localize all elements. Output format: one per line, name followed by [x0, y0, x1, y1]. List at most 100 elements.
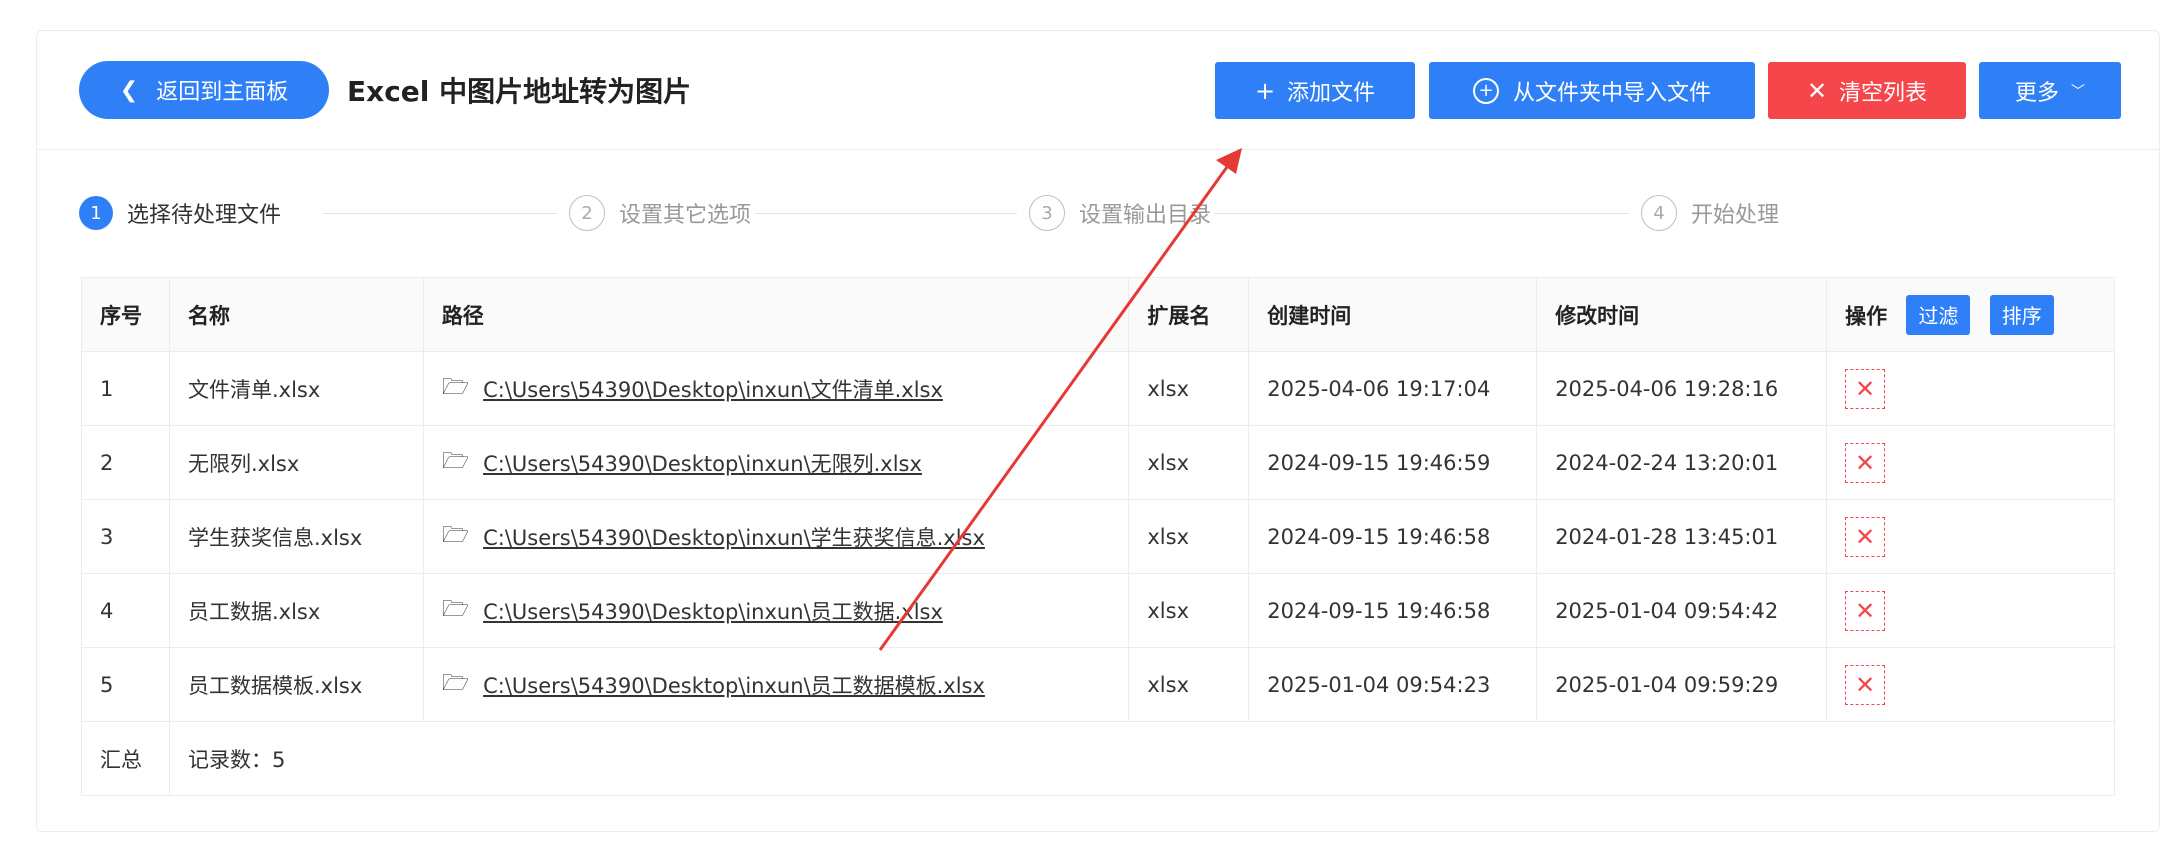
col-name-header: 名称 — [169, 277, 424, 352]
row-index: 4 — [81, 573, 170, 648]
back-button-label: 返回到主面板 — [156, 80, 289, 105]
step-connector — [323, 213, 557, 214]
row-ext: xlsx — [1128, 425, 1250, 500]
step-number: 4 — [1641, 195, 1677, 231]
plus-icon: + — [1254, 76, 1276, 105]
import-folder-label: 从文件夹中导入文件 — [1512, 80, 1711, 106]
delete-row-icon[interactable]: ✕ — [1845, 516, 1886, 557]
add-file-button[interactable]: + 添加文件 — [1215, 62, 1415, 119]
row-name: 员工数据模板.xlsx — [169, 647, 424, 722]
more-button[interactable]: 更多 ﹀ — [1979, 62, 2121, 119]
clear-list-button[interactable]: ✕ 清空列表 — [1768, 62, 1966, 119]
delete-row-icon[interactable]: ✕ — [1845, 368, 1886, 409]
summary-row: 汇总 记录数：5 — [81, 721, 2116, 796]
row-created: 2024-09-15 19:46:58 — [1248, 573, 1538, 648]
row-index: 3 — [81, 499, 170, 574]
row-ext: xlsx — [1128, 647, 1250, 722]
table-header-row: 序号 名称 路径 扩展名 创建时间 修改时间 操作 过滤 排序 — [81, 277, 2115, 352]
step-select-files: 1 选择待处理文件 — [79, 189, 281, 237]
table-row: 4 员工数据.xlsx 🗁 C:\Users\54390\Desktop\inx… — [81, 573, 2115, 648]
step-label: 开始处理 — [1691, 203, 1780, 228]
step-label: 设置输出目录 — [1079, 203, 1212, 228]
chevron-left-icon: ❮ — [119, 77, 139, 103]
row-created: 2025-04-06 19:17:04 — [1248, 351, 1538, 426]
step-connector — [1215, 213, 1629, 214]
step-start-processing: 4 开始处理 — [1641, 189, 1779, 237]
row-modified: 2024-02-24 13:20:01 — [1536, 425, 1828, 500]
row-path-cell: 🗁 C:\Users\54390\Desktop\inxun\学生获奖信息.xl… — [423, 499, 1130, 574]
step-label: 设置其它选项 — [619, 203, 752, 228]
step-output-dir: 3 设置输出目录 — [1029, 189, 1211, 237]
row-ext: xlsx — [1128, 351, 1250, 426]
row-name: 无限列.xlsx — [169, 425, 424, 500]
col-created-header: 创建时间 — [1248, 277, 1538, 352]
step-number: 2 — [569, 195, 605, 231]
delete-row-icon[interactable]: ✕ — [1845, 664, 1886, 705]
folder-open-icon[interactable]: 🗁 — [442, 370, 469, 408]
folder-open-icon[interactable]: 🗁 — [442, 592, 469, 630]
row-name: 员工数据.xlsx — [169, 573, 424, 648]
row-modified: 2025-01-04 09:54:42 — [1536, 573, 1828, 648]
row-name: 学生获奖信息.xlsx — [169, 499, 424, 574]
row-path-cell: 🗁 C:\Users\54390\Desktop\inxun\无限列.xlsx — [423, 425, 1130, 500]
table-row: 5 员工数据模板.xlsx 🗁 C:\Users\54390\Desktop\i… — [81, 647, 2115, 722]
delete-row-icon[interactable]: ✕ — [1845, 442, 1886, 483]
row-created: 2024-09-15 19:46:58 — [1248, 499, 1538, 574]
file-table: 序号 名称 路径 扩展名 创建时间 修改时间 操作 过滤 排序 1 文件清单.x… — [81, 277, 2116, 796]
import-from-folder-button[interactable]: + 从文件夹中导入文件 — [1429, 62, 1755, 119]
add-file-label: 添加文件 — [1287, 80, 1376, 106]
row-modified: 2025-01-04 09:59:29 — [1536, 647, 1828, 722]
col-actions-header: 操作 过滤 排序 — [1826, 277, 2115, 352]
file-path-link[interactable]: C:\Users\54390\Desktop\inxun\员工数据.xlsx — [483, 596, 943, 626]
row-actions: ✕ — [1826, 499, 2115, 574]
row-index: 1 — [81, 351, 170, 426]
row-ext: xlsx — [1128, 573, 1250, 648]
step-label: 选择待处理文件 — [127, 203, 282, 228]
file-path-link[interactable]: C:\Users\54390\Desktop\inxun\员工数据模板.xlsx — [483, 670, 985, 700]
row-actions: ✕ — [1826, 351, 2115, 426]
row-actions: ✕ — [1826, 647, 2115, 722]
table-row: 1 文件清单.xlsx 🗁 C:\Users\54390\Desktop\inx… — [81, 351, 2115, 426]
page-title: Excel 中图片地址转为图片 — [347, 75, 692, 108]
col-index-header: 序号 — [81, 277, 170, 352]
file-path-link[interactable]: C:\Users\54390\Desktop\inxun\无限列.xlsx — [483, 448, 922, 478]
actions-label: 操作 — [1845, 304, 1888, 328]
step-number: 1 — [79, 196, 113, 230]
row-created: 2025-01-04 09:54:23 — [1248, 647, 1538, 722]
folder-open-icon[interactable]: 🗁 — [442, 666, 469, 704]
table-row: 2 无限列.xlsx 🗁 C:\Users\54390\Desktop\inxu… — [81, 425, 2115, 500]
col-path-header: 路径 — [423, 277, 1130, 352]
sort-button[interactable]: 排序 — [1989, 294, 2054, 335]
close-icon: ✕ — [1806, 76, 1828, 105]
file-path-link[interactable]: C:\Users\54390\Desktop\inxun\文件清单.xlsx — [483, 374, 943, 404]
row-path-cell: 🗁 C:\Users\54390\Desktop\inxun\员工数据.xlsx — [423, 573, 1130, 648]
row-actions: ✕ — [1826, 573, 2115, 648]
more-label: 更多 — [2014, 80, 2059, 106]
back-to-dashboard-button[interactable]: ❮ 返回到主面板 — [79, 61, 329, 119]
folder-open-icon[interactable]: 🗁 — [442, 518, 469, 556]
row-modified: 2024-01-28 13:45:01 — [1536, 499, 1828, 574]
row-index: 2 — [81, 425, 170, 500]
step-number: 3 — [1029, 195, 1065, 231]
step-other-options: 2 设置其它选项 — [569, 189, 751, 237]
folder-open-icon[interactable]: 🗁 — [442, 444, 469, 482]
row-actions: ✕ — [1826, 425, 2115, 500]
header-bar: ❮ 返回到主面板 Excel 中图片地址转为图片 + 添加文件 + 从文件夹中导… — [37, 31, 2159, 150]
circle-plus-icon: + — [1472, 77, 1499, 104]
row-ext: xlsx — [1128, 499, 1250, 574]
filter-button[interactable]: 过滤 — [1906, 294, 1971, 335]
chevron-down-icon: ﹀ — [2071, 83, 2085, 100]
delete-row-icon[interactable]: ✕ — [1845, 590, 1886, 631]
row-path-cell: 🗁 C:\Users\54390\Desktop\inxun\文件清单.xlsx — [423, 351, 1130, 426]
row-name: 文件清单.xlsx — [169, 351, 424, 426]
summary-count: 记录数：5 — [169, 721, 2116, 796]
steps-progress: 1 选择待处理文件 2 设置其它选项 3 设置输出目录 4 开始处理 — [79, 189, 2139, 237]
clear-list-label: 清空列表 — [1839, 80, 1928, 106]
main-panel: ❮ 返回到主面板 Excel 中图片地址转为图片 + 添加文件 + 从文件夹中导… — [36, 30, 2160, 832]
table-row: 3 学生获奖信息.xlsx 🗁 C:\Users\54390\Desktop\i… — [81, 499, 2115, 574]
file-path-link[interactable]: C:\Users\54390\Desktop\inxun\学生获奖信息.xlsx — [483, 522, 985, 552]
row-modified: 2025-04-06 19:28:16 — [1536, 351, 1828, 426]
row-created: 2024-09-15 19:46:59 — [1248, 425, 1538, 500]
step-connector — [755, 213, 1017, 214]
col-modified-header: 修改时间 — [1536, 277, 1828, 352]
